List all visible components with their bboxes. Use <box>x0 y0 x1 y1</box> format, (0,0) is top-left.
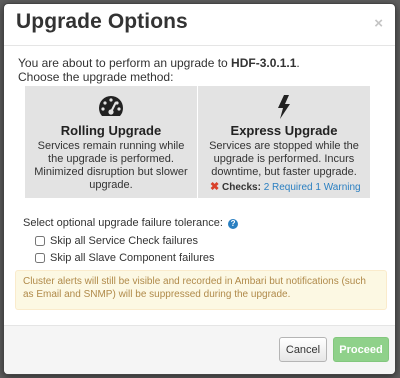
notification-alert: Cluster alerts will still be visible and… <box>15 270 387 310</box>
proceed-button[interactable]: Proceed <box>333 337 389 362</box>
dialog-footer: Cancel Proceed <box>4 325 395 374</box>
checks-required-link[interactable]: 2 Required <box>264 182 313 193</box>
express-upgrade-description: Services are stopped while the upgrade i… <box>209 140 359 178</box>
skip-slave-component-checkbox[interactable] <box>35 253 45 263</box>
failed-checks-icon: ✖ <box>210 181 220 193</box>
intro-prefix: You are about to perform an upgrade to <box>18 56 232 70</box>
rolling-upgrade-title: Rolling Upgrade <box>60 123 162 138</box>
skip-service-check-label: Skip all Service Check failures <box>50 235 198 247</box>
lightning-bolt-icon <box>278 95 290 119</box>
checks-label: Checks: <box>222 182 261 193</box>
skip-slave-component-option[interactable]: Skip all Slave Component failures <box>35 252 214 264</box>
express-upgrade-option[interactable]: Express Upgrade Services are stopped whi… <box>197 86 370 198</box>
dialog-header: Upgrade Options × <box>4 4 395 46</box>
skip-slave-component-label: Skip all Slave Component failures <box>50 252 215 264</box>
dialog-title: Upgrade Options <box>16 10 188 33</box>
rolling-upgrade-option[interactable]: Rolling Upgrade Services remain running … <box>25 86 197 198</box>
cancel-button[interactable]: Cancel <box>279 337 327 362</box>
express-upgrade-title: Express Upgrade <box>230 123 338 138</box>
choose-method-label: Choose the upgrade method: <box>18 70 174 84</box>
target-version: HDF-3.0.1.1 <box>231 56 297 70</box>
close-button[interactable]: × <box>374 16 383 31</box>
skip-service-check-checkbox[interactable] <box>35 236 45 246</box>
intro-suffix: . <box>296 56 300 70</box>
tolerance-label-text: Select optional upgrade failure toleranc… <box>23 217 223 229</box>
skip-service-check-option[interactable]: Skip all Service Check failures <box>35 235 198 247</box>
checks-warning-link[interactable]: 1 Warning <box>315 182 360 193</box>
dashboard-gauge-icon <box>98 96 124 116</box>
express-checks-status: ✖ Checks: 2 Required 1 Warning <box>210 180 361 193</box>
failure-tolerance-label: Select optional upgrade failure toleranc… <box>23 217 239 229</box>
upgrade-options-dialog: Upgrade Options × You are about to perfo… <box>3 3 396 375</box>
help-icon[interactable]: ? <box>228 219 239 229</box>
upgrade-methods: Rolling Upgrade Services remain running … <box>25 86 370 198</box>
rolling-upgrade-description: Services remain running while the upgrad… <box>34 140 188 191</box>
intro-text: You are about to perform an upgrade to H… <box>18 56 300 84</box>
